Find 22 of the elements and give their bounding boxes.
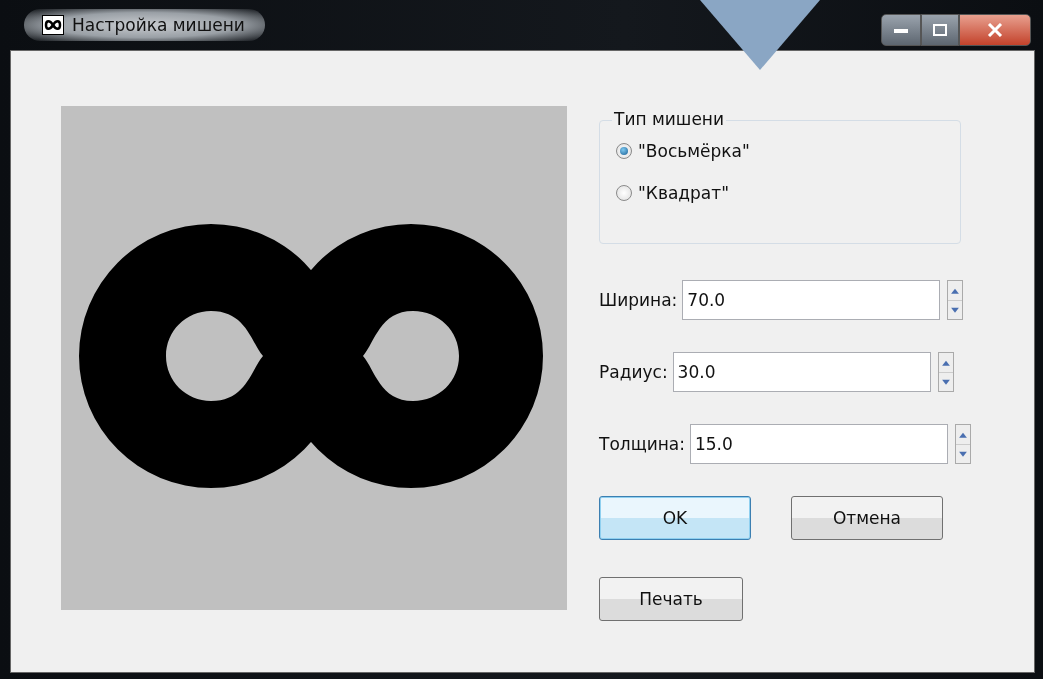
infinity-icon [42,15,64,35]
print-button[interactable]: Печать [599,577,743,621]
field-label: Радиус: [599,362,668,382]
minimize-button[interactable] [881,14,921,46]
close-icon [987,23,1003,37]
field-label: Ширина: [599,290,678,310]
close-button[interactable] [959,14,1031,46]
maximize-icon [933,24,947,36]
minimize-icon [894,27,908,33]
radio-option[interactable]: "Восьмёрка" [616,141,750,161]
dialog-button[interactable]: Отмена [791,496,943,540]
maximize-button[interactable] [921,14,959,46]
spin-buttons[interactable] [955,424,971,464]
field-label: Толщина: [599,434,685,454]
number-field[interactable]: 15.0 [690,424,948,464]
window-title: Настройка мишени [72,15,245,35]
number-field[interactable]: 70.0 [682,280,941,320]
radio-option[interactable]: "Квадрат" [616,183,729,203]
dialog-button[interactable]: OK [599,496,751,540]
number-field[interactable]: 30.0 [672,352,931,392]
spin-buttons[interactable] [937,352,954,392]
spin-buttons[interactable] [947,280,964,320]
